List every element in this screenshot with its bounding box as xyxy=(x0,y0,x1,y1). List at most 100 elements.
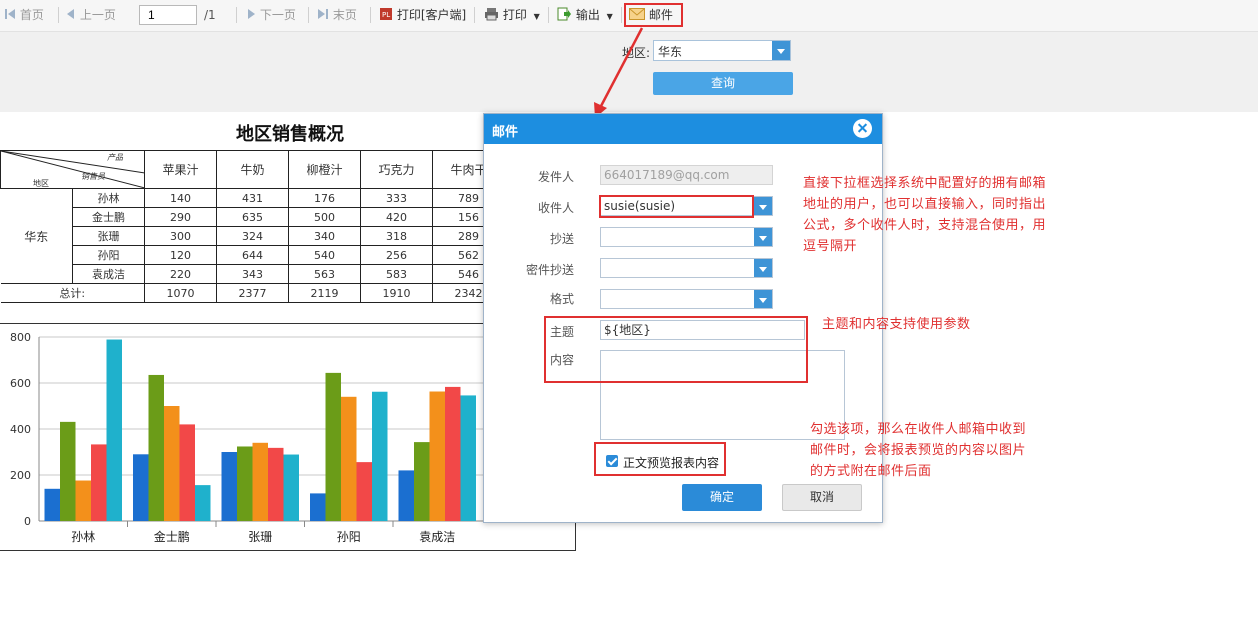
next-page-icon xyxy=(248,9,255,19)
value-cell: 635 xyxy=(216,207,289,227)
value-cell: 563 xyxy=(288,264,361,284)
export-icon xyxy=(557,7,571,21)
page-total: /1 xyxy=(204,8,216,22)
value-cell: 318 xyxy=(360,226,433,246)
chart-bar xyxy=(252,442,268,521)
bcc-field[interactable] xyxy=(600,258,773,278)
x-tick-label: 袁成洁 xyxy=(419,530,455,544)
value-cell: 120 xyxy=(144,245,217,265)
header-region-label: 地区 xyxy=(33,179,49,188)
last-page-button[interactable]: 末页 xyxy=(317,6,357,24)
first-page-button[interactable]: 首页 xyxy=(4,6,44,24)
chart-bar xyxy=(195,485,211,521)
total-cell: 1910 xyxy=(360,283,433,303)
print-client-button[interactable]: PL 打印[客户端] xyxy=(379,6,466,24)
chevron-down-icon[interactable] xyxy=(754,259,772,277)
salesperson-cell: 张珊 xyxy=(72,226,145,246)
chart-bar xyxy=(356,462,372,521)
last-page-icon xyxy=(318,9,328,19)
dropdown-arrow-icon: ▼ xyxy=(533,12,540,21)
value-cell: 420 xyxy=(360,207,433,227)
value-cell: 644 xyxy=(216,245,289,265)
chart-bar xyxy=(310,493,326,521)
query-button[interactable]: 查询 xyxy=(653,72,793,95)
format-select[interactable] xyxy=(600,289,773,309)
chart-bar xyxy=(237,446,253,521)
chevron-down-icon[interactable] xyxy=(754,290,772,308)
prev-page-button[interactable]: 上一页 xyxy=(66,6,116,24)
column-header: 苹果汁 xyxy=(144,150,217,189)
bcc-label: 密件抄送 xyxy=(525,263,574,277)
value-cell: 324 xyxy=(216,226,289,246)
next-page-button[interactable]: 下一页 xyxy=(246,6,296,24)
total-row: 总计: 1070 2377 2119 1910 2342 xyxy=(0,283,505,303)
print-label: 打印 xyxy=(502,8,527,22)
y-tick-label: 400 xyxy=(10,423,31,436)
svg-text:PL: PL xyxy=(382,11,390,19)
prev-page-label: 上一页 xyxy=(79,8,116,22)
chart-bar xyxy=(325,372,341,521)
query-label: 查询 xyxy=(710,76,735,90)
value-cell: 333 xyxy=(360,188,433,208)
chart-bar xyxy=(460,395,476,521)
preview-checkbox-label[interactable]: 正文预览报表内容 xyxy=(623,454,719,471)
export-label: 输出 xyxy=(575,8,600,22)
close-icon[interactable] xyxy=(853,119,872,138)
column-header: 巧克力 xyxy=(360,150,433,189)
report-header-corner: 产品 销售员 地区 xyxy=(0,150,145,189)
value-cell: 343 xyxy=(216,264,289,284)
format-label: 格式 xyxy=(549,292,574,306)
sender-field: 664017189@qq.com xyxy=(600,165,773,185)
chart-bar xyxy=(414,442,430,521)
chevron-down-icon[interactable] xyxy=(772,41,790,60)
ok-button[interactable]: 确定 xyxy=(682,484,762,511)
region-select[interactable]: 华东 xyxy=(653,40,791,61)
chart-bar xyxy=(44,488,60,521)
chart-bar xyxy=(60,421,76,521)
region-cell: 华东 xyxy=(0,188,73,284)
chevron-down-icon[interactable] xyxy=(754,228,772,246)
chart-bar xyxy=(283,454,299,521)
page-number-input[interactable] xyxy=(139,5,197,25)
chart-bar xyxy=(429,391,445,521)
printer-icon xyxy=(485,8,498,21)
chart-bar xyxy=(148,374,164,521)
chart-bar xyxy=(106,339,122,521)
total-cell: 2119 xyxy=(288,283,361,303)
x-tick-label: 张珊 xyxy=(248,530,272,544)
print-button[interactable]: 打印 ▼ xyxy=(484,6,540,24)
ok-label: 确定 xyxy=(709,490,734,504)
value-cell: 140 xyxy=(144,188,217,208)
chart-bar xyxy=(91,444,107,521)
recipient-label: 收件人 xyxy=(537,201,574,215)
table-row: 张珊 300 324 340 318 289 xyxy=(1,226,505,246)
table-row: 华东 孙林 140 431 176 333 789 xyxy=(0,188,505,284)
value-cell: 256 xyxy=(360,245,433,265)
chart-bar xyxy=(398,470,414,521)
column-header: 柳橙汁 xyxy=(288,150,361,189)
y-tick-label: 800 xyxy=(10,331,31,344)
chevron-down-icon[interactable] xyxy=(754,197,772,215)
export-button[interactable]: 输出 ▼ xyxy=(557,6,613,24)
note-line: 逗号隔开 xyxy=(803,239,858,254)
chart-bar xyxy=(221,452,237,521)
note-line: 勾选该项，那么在收件人邮箱中收到 xyxy=(810,422,1027,437)
sender-label: 发件人 xyxy=(537,170,574,184)
cancel-button[interactable]: 取消 xyxy=(782,484,862,511)
first-page-icon xyxy=(5,9,15,19)
chart-bar xyxy=(179,424,195,521)
cc-field[interactable] xyxy=(600,227,773,247)
salesperson-cell: 孙林 xyxy=(72,188,145,208)
salesperson-cell: 金士鹏 xyxy=(72,207,145,227)
table-row: 孙阳 120 644 540 256 562 xyxy=(1,245,505,265)
column-header: 牛奶 xyxy=(216,150,289,189)
region-value: 华东 xyxy=(658,45,683,59)
header-salesperson-label: 销售员 xyxy=(81,172,105,181)
preview-checkbox[interactable] xyxy=(606,455,618,467)
table-row: 金士鹏 290 635 500 420 156 xyxy=(1,207,505,227)
value-cell: 540 xyxy=(288,245,361,265)
y-tick-label: 600 xyxy=(10,377,31,390)
report-title: 地区销售概况 xyxy=(236,124,344,145)
print-client-label: 打印[客户端] xyxy=(396,8,467,22)
first-page-label: 首页 xyxy=(19,8,44,22)
